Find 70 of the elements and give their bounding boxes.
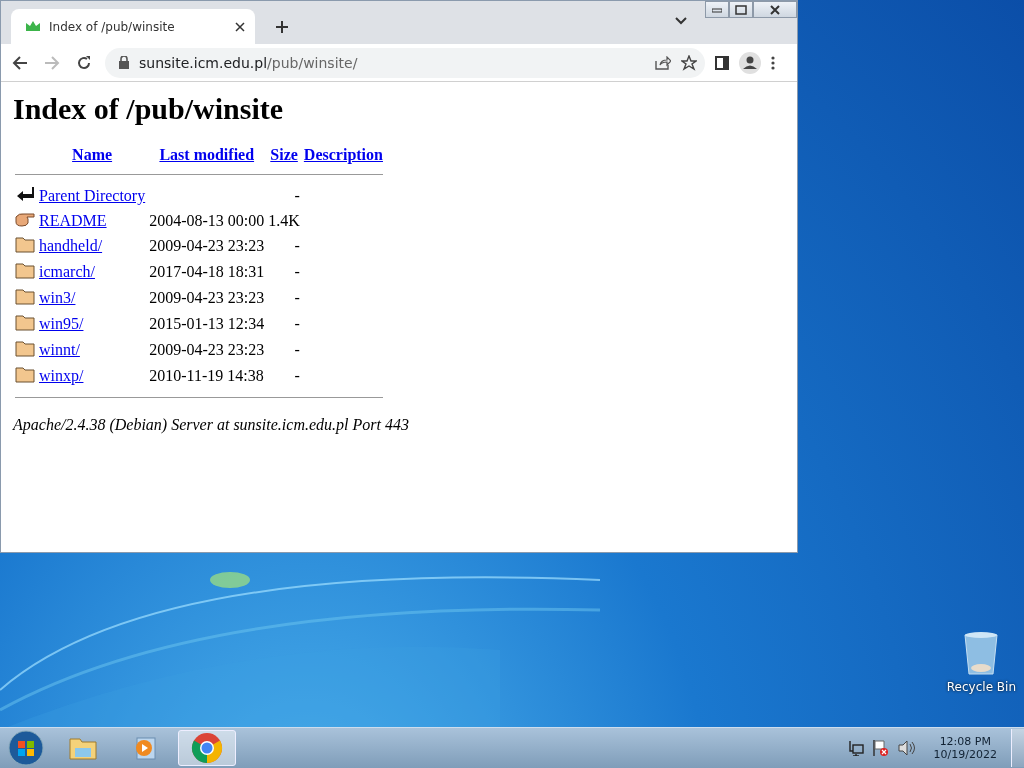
file-link[interactable]: winxp/ bbox=[39, 367, 84, 384]
file-link[interactable]: winnt/ bbox=[39, 341, 80, 358]
server-signature: Apache/2.4.38 (Debian) Server at sunsite.icm.edu.pl Port 443 bbox=[13, 416, 410, 434]
site-favicon bbox=[25, 19, 41, 34]
minimize-button[interactable] bbox=[705, 1, 729, 18]
restore-icon bbox=[735, 4, 747, 15]
minimize-icon bbox=[712, 6, 722, 13]
column-header-link[interactable]: Last modified bbox=[159, 146, 255, 163]
chrome-icon bbox=[191, 732, 223, 764]
file-size: - bbox=[294, 341, 300, 358]
desktop-icon-label[interactable]: Recycle Bin bbox=[946, 680, 1016, 694]
share-icon[interactable] bbox=[655, 55, 671, 70]
speaker-icon[interactable] bbox=[897, 740, 916, 756]
modified-date: 2015-01-13 12:34 bbox=[149, 315, 265, 332]
network-icon[interactable] bbox=[847, 740, 864, 756]
page-heading: Index of /pub/winsite bbox=[13, 92, 285, 126]
folder-icon bbox=[15, 287, 35, 305]
modified-date: 2017-04-18 18:31 bbox=[149, 263, 265, 280]
start-button[interactable] bbox=[8, 730, 44, 766]
back-arrow-icon bbox=[15, 185, 35, 203]
folder-icon bbox=[15, 313, 35, 331]
column-header-link[interactable]: Description bbox=[303, 146, 383, 163]
file-size: - bbox=[294, 367, 300, 384]
restore-button[interactable] bbox=[729, 1, 753, 18]
close-icon bbox=[770, 4, 780, 15]
forward-arrow-icon bbox=[44, 54, 60, 71]
taskbar-app-button[interactable] bbox=[178, 730, 236, 766]
file-size: - bbox=[294, 289, 300, 306]
folder-icon bbox=[68, 735, 98, 761]
folder-icon bbox=[15, 339, 35, 357]
file-size: 1.4K bbox=[268, 212, 300, 229]
address-bar[interactable]: sunsite.icm.edu.pl/pub/winsite/ bbox=[105, 47, 705, 78]
modified-date: 2009-04-23 23:23 bbox=[149, 341, 265, 358]
file-link[interactable]: Parent Directory bbox=[39, 187, 146, 204]
menu-icon[interactable] bbox=[771, 55, 775, 70]
file-link[interactable]: win95/ bbox=[39, 315, 84, 332]
close-icon[interactable] bbox=[235, 21, 245, 32]
profile-icon[interactable] bbox=[739, 51, 761, 74]
clock-time[interactable]: 12:08 PM bbox=[939, 735, 991, 748]
close-button[interactable] bbox=[753, 1, 797, 18]
file-size: - bbox=[294, 315, 300, 332]
modified-date: 2004-08-13 00:00 bbox=[149, 212, 265, 229]
star-icon[interactable] bbox=[681, 54, 697, 71]
plus-icon bbox=[275, 20, 289, 34]
file-link[interactable]: icmarch/ bbox=[39, 263, 95, 280]
column-header-link[interactable]: Name bbox=[72, 146, 113, 163]
modified-date: 2009-04-23 23:23 bbox=[149, 289, 265, 306]
folder-icon bbox=[15, 235, 35, 253]
clock-date[interactable]: 10/19/2022 bbox=[933, 748, 997, 761]
url-text: sunsite.icm.edu.pl/pub/winsite/ bbox=[139, 54, 359, 71]
recycle-bin-icon[interactable] bbox=[963, 632, 1000, 676]
reload-icon bbox=[76, 54, 92, 71]
file-size: - bbox=[294, 187, 300, 204]
modified-date: 2009-04-23 23:23 bbox=[149, 237, 265, 254]
chevron-down-icon[interactable] bbox=[675, 17, 687, 25]
browser-tab[interactable]: Index of /pub/winsite bbox=[11, 9, 255, 44]
file-link[interactable]: handheld/ bbox=[39, 237, 103, 254]
file-link[interactable]: README bbox=[39, 212, 107, 229]
folder-icon bbox=[15, 365, 35, 383]
file-size: - bbox=[294, 263, 300, 280]
side-panel-icon[interactable] bbox=[715, 55, 729, 70]
lock-icon bbox=[119, 56, 129, 69]
back-arrow-icon bbox=[12, 54, 28, 71]
modified-date: 2010-11-19 14:38 bbox=[149, 367, 264, 384]
folder-icon bbox=[15, 261, 35, 279]
pointing-hand-icon bbox=[15, 211, 35, 227]
file-size: - bbox=[294, 237, 300, 254]
column-header-link[interactable]: Size bbox=[270, 146, 298, 163]
file-link[interactable]: win3/ bbox=[39, 289, 76, 306]
flag-error-icon[interactable] bbox=[871, 739, 890, 757]
